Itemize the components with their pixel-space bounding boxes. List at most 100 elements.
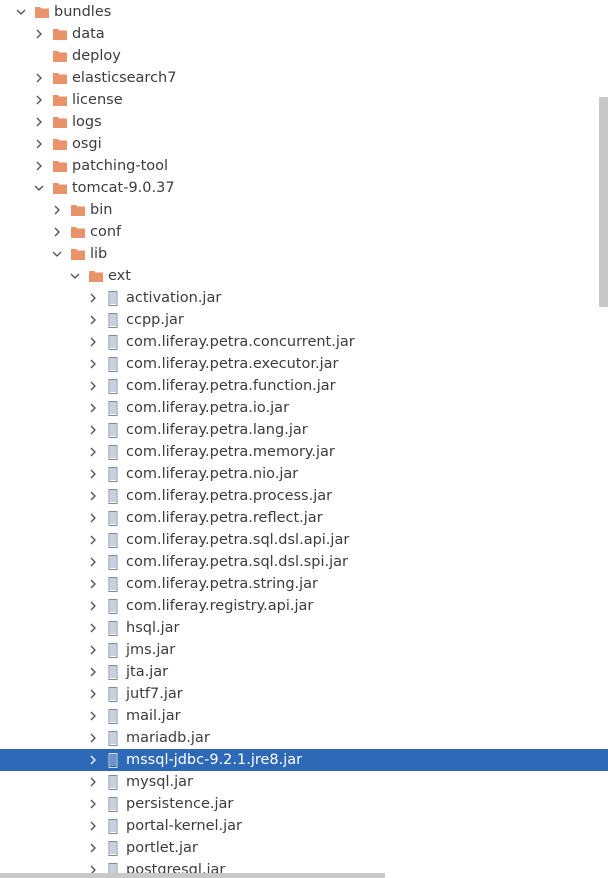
chevron-right-icon[interactable] (87, 551, 101, 573)
chevron-down-icon[interactable] (69, 265, 83, 287)
jar-file-icon (107, 727, 123, 749)
chevron-right-icon[interactable] (33, 155, 47, 177)
tree-item[interactable]: patching-tool (0, 155, 608, 177)
chevron-right-icon[interactable] (87, 507, 101, 529)
tree-item-label: conf (90, 224, 122, 240)
tree-item[interactable]: hsql.jar (0, 617, 608, 639)
chevron-right-icon[interactable] (87, 749, 101, 771)
tree-item-label: deploy (72, 48, 121, 64)
tree-item[interactable]: conf (0, 221, 608, 243)
tree-item[interactable]: ccpp.jar (0, 309, 608, 331)
tree-item[interactable]: ext (0, 265, 608, 287)
tree-item[interactable]: lib (0, 243, 608, 265)
jar-file-icon (107, 441, 123, 463)
tree-item-label: portlet.jar (126, 840, 198, 856)
chevron-right-icon[interactable] (87, 397, 101, 419)
tree-item[interactable]: activation.jar (0, 287, 608, 309)
tree-item[interactable]: deploy (0, 45, 608, 67)
tree-item[interactable]: jta.jar (0, 661, 608, 683)
tree-item[interactable]: jms.jar (0, 639, 608, 661)
tree-item[interactable]: com.liferay.petra.reflect.jar (0, 507, 608, 529)
chevron-right-icon[interactable] (87, 595, 101, 617)
chevron-right-icon[interactable] (87, 331, 101, 353)
tree-item-label: tomcat-9.0.37 (72, 180, 175, 196)
chevron-down-icon[interactable] (33, 177, 47, 199)
jar-file-icon (107, 529, 123, 551)
chevron-right-icon[interactable] (87, 529, 101, 551)
chevron-right-icon[interactable] (87, 485, 101, 507)
jar-file-icon (107, 771, 123, 793)
tree-item[interactable]: com.liferay.registry.api.jar (0, 595, 608, 617)
tree-item[interactable]: com.liferay.petra.concurrent.jar (0, 331, 608, 353)
chevron-down-icon[interactable] (51, 243, 65, 265)
tree-item-label: com.liferay.petra.sql.dsl.spi.jar (126, 554, 348, 570)
tree-item[interactable]: license (0, 89, 608, 111)
tree-item[interactable]: bundles (0, 1, 608, 23)
tree-item[interactable]: mariadb.jar (0, 727, 608, 749)
chevron-right-icon[interactable] (33, 67, 47, 89)
tree-item[interactable]: logs (0, 111, 608, 133)
tree-item-label: com.liferay.petra.nio.jar (126, 466, 299, 482)
tree-item[interactable]: jutf7.jar (0, 683, 608, 705)
tree-item[interactable]: mssql-jdbc-9.2.1.jre8.jar (0, 749, 608, 771)
tree-item[interactable]: mail.jar (0, 705, 608, 727)
tree-item[interactable]: com.liferay.petra.process.jar (0, 485, 608, 507)
chevron-right-icon[interactable] (87, 419, 101, 441)
chevron-right-icon[interactable] (33, 89, 47, 111)
chevron-right-icon[interactable] (87, 727, 101, 749)
jar-file-icon (107, 837, 123, 859)
tree-item[interactable]: bin (0, 199, 608, 221)
chevron-right-icon[interactable] (87, 705, 101, 727)
tree-item[interactable]: com.liferay.petra.sql.dsl.spi.jar (0, 551, 608, 573)
folder-icon (89, 265, 105, 287)
chevron-right-icon[interactable] (87, 375, 101, 397)
tree-item[interactable]: com.liferay.petra.nio.jar (0, 463, 608, 485)
chevron-right-icon[interactable] (87, 815, 101, 837)
tree-item[interactable]: osgi (0, 133, 608, 155)
chevron-right-icon[interactable] (87, 793, 101, 815)
chevron-right-icon[interactable] (87, 837, 101, 859)
chevron-right-icon[interactable] (33, 23, 47, 45)
chevron-right-icon[interactable] (51, 221, 65, 243)
chevron-right-icon[interactable] (87, 287, 101, 309)
chevron-right-icon[interactable] (87, 573, 101, 595)
chevron-right-icon[interactable] (87, 617, 101, 639)
tree-item[interactable]: mysql.jar (0, 771, 608, 793)
horizontal-scrollbar[interactable] (0, 873, 385, 878)
tree-item[interactable]: data (0, 23, 608, 45)
chevron-down-icon[interactable] (15, 1, 29, 23)
tree-item-label: com.liferay.petra.lang.jar (126, 422, 308, 438)
tree-item[interactable]: com.liferay.petra.executor.jar (0, 353, 608, 375)
jar-file-icon (107, 573, 123, 595)
vertical-scrollbar[interactable] (599, 97, 608, 307)
chevron-right-icon[interactable] (87, 441, 101, 463)
chevron-right-icon[interactable] (87, 771, 101, 793)
chevron-right-icon[interactable] (87, 661, 101, 683)
tree-item-label: elasticsearch7 (72, 70, 177, 86)
tree-item-label: osgi (72, 136, 102, 152)
chevron-right-icon[interactable] (51, 199, 65, 221)
chevron-right-icon[interactable] (87, 353, 101, 375)
tree-item[interactable]: com.liferay.petra.lang.jar (0, 419, 608, 441)
tree-item[interactable]: com.liferay.petra.memory.jar (0, 441, 608, 463)
tree-item-label: com.liferay.petra.concurrent.jar (126, 334, 355, 350)
tree-item[interactable]: tomcat-9.0.37 (0, 177, 608, 199)
tree-item[interactable]: portal-kernel.jar (0, 815, 608, 837)
tree-item[interactable]: portlet.jar (0, 837, 608, 859)
tree-item[interactable]: com.liferay.petra.string.jar (0, 573, 608, 595)
tree-item-label: com.liferay.petra.process.jar (126, 488, 333, 504)
tree-item-label: mariadb.jar (126, 730, 210, 746)
tree-item[interactable]: elasticsearch7 (0, 67, 608, 89)
chevron-right-icon[interactable] (87, 683, 101, 705)
jar-file-icon (107, 419, 123, 441)
chevron-right-icon[interactable] (33, 111, 47, 133)
chevron-right-icon[interactable] (33, 133, 47, 155)
tree-item[interactable]: com.liferay.petra.function.jar (0, 375, 608, 397)
chevron-right-icon[interactable] (87, 639, 101, 661)
tree-item[interactable]: com.liferay.petra.io.jar (0, 397, 608, 419)
chevron-right-icon[interactable] (87, 309, 101, 331)
chevron-right-icon[interactable] (87, 463, 101, 485)
tree-item[interactable]: com.liferay.petra.sql.dsl.api.jar (0, 529, 608, 551)
tree-item[interactable]: persistence.jar (0, 793, 608, 815)
jar-file-icon (107, 639, 123, 661)
